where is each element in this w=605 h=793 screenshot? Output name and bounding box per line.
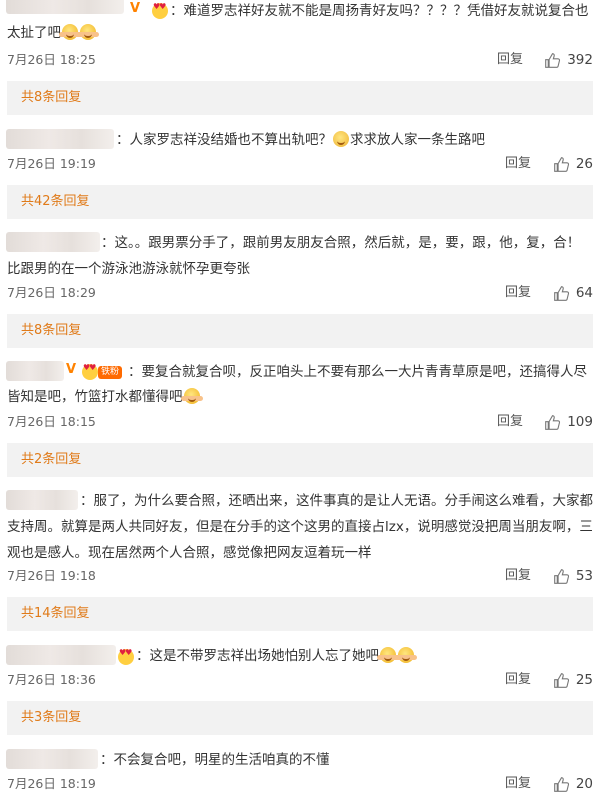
thumbs-up-icon <box>553 156 569 172</box>
more-replies[interactable]: 共8条回复 <box>7 314 593 348</box>
like-button[interactable]: 109 <box>544 413 593 431</box>
username-blurred[interactable] <box>6 0 124 14</box>
comment-text: ：难道罗志祥好友就不能是周扬青好友吗？？？？凭借好友就说复合也 <box>170 3 589 19</box>
more-replies-label: 共14条回复 <box>21 606 90 621</box>
comment-text: ：这是不带罗志祥出场她怕别人忘了她吧 <box>136 645 595 667</box>
thumbs-up-icon <box>553 672 569 688</box>
reply-button[interactable]: 回复 <box>505 671 531 689</box>
timestamp: 7月26日 19:18 <box>7 568 96 583</box>
comment-text-cont: 观也是感人。现在居然两个人合照，感觉像把网友逗着玩一样 <box>7 545 372 561</box>
timestamp: 7月26日 18:36 <box>7 672 96 687</box>
timestamp: 7月26日 18:29 <box>7 285 96 300</box>
like-button[interactable]: 64 <box>553 284 593 302</box>
thinking-emoji-icon <box>333 131 349 147</box>
reply-button[interactable]: 回复 <box>497 413 523 431</box>
comment-text: ：不会复合吧，明星的生活咱真的不懂 <box>100 752 330 768</box>
timestamp: 7月26日 18:25 <box>7 52 96 67</box>
reply-button[interactable]: 回复 <box>505 155 531 173</box>
like-button[interactable]: 25 <box>553 671 593 689</box>
username-blurred[interactable] <box>6 749 98 769</box>
more-replies[interactable]: 共8条回复 <box>7 81 593 115</box>
vip-icon: V <box>130 1 141 16</box>
like-count: 53 <box>575 568 593 584</box>
hug-emoji-icon <box>395 647 417 663</box>
more-replies[interactable]: 共3条回复 <box>7 701 593 735</box>
comment-text: ：人家罗志祥没结婚也不算出轨吧？ 求求放人家一条生路吧 <box>116 131 485 148</box>
fan-badge: 铁粉 <box>98 366 123 379</box>
like-button[interactable]: 392 <box>544 51 593 69</box>
like-count: 20 <box>575 776 593 792</box>
more-replies[interactable]: 共42条回复 <box>7 185 593 219</box>
username-blurred[interactable] <box>6 645 116 665</box>
timestamp: 7月26日 18:19 <box>7 776 96 791</box>
reply-button[interactable]: 回复 <box>497 51 523 69</box>
thumbs-up-icon <box>553 285 569 301</box>
like-button[interactable]: 26 <box>553 155 593 173</box>
comment-text-cont: 皆知是吧，竹篮打水都懂得吧 <box>7 386 595 408</box>
hug-emoji-icon <box>180 388 203 404</box>
comment-text-cont: 支持周。就算是两人共同好友，但是在分手的这个这男的直接占lzx，说明感觉没把周当… <box>7 519 593 535</box>
hug-emoji-icon <box>377 647 399 663</box>
username-blurred[interactable] <box>6 361 64 381</box>
reply-button[interactable]: 回复 <box>505 775 531 793</box>
thumbs-up-icon <box>545 414 561 430</box>
heart-eyes-emoji-icon <box>118 648 134 665</box>
more-replies[interactable]: 共2条回复 <box>7 443 593 477</box>
thumbs-up-icon <box>553 568 569 584</box>
username-blurred[interactable] <box>6 232 100 252</box>
heart-eyes-emoji-icon <box>82 363 98 380</box>
comment-text: ：这。。跟男票分手了，跟前男友朋友合照，然后就，是，要，跟，他，复，合！ <box>101 235 581 251</box>
like-count: 26 <box>575 156 593 172</box>
like-count: 25 <box>575 672 593 688</box>
comment-text-cont: 太扯了吧 <box>7 22 595 44</box>
like-button[interactable]: 20 <box>553 775 593 793</box>
reply-button[interactable]: 回复 <box>505 284 531 302</box>
more-replies[interactable]: 共14条回复 <box>7 597 593 631</box>
timestamp: 7月26日 19:19 <box>7 156 96 171</box>
comment-text: ：服了，为什么要合照，还晒出来，这件事真的是让人无语。分手闹这么难看，大家都 <box>80 493 593 509</box>
more-replies-label: 共2条回复 <box>21 452 82 467</box>
comment-text: ：要复合就复合呗，反正咱头上不要有那么一大片青青草原是吧，还搞得人尽 <box>128 364 587 380</box>
username-blurred[interactable] <box>6 129 114 149</box>
hug-emoji-icon <box>77 24 99 40</box>
heart-eyes-emoji-icon <box>152 2 168 19</box>
more-replies-label: 共8条回复 <box>21 323 82 338</box>
vip-icon: V <box>66 362 77 377</box>
comment-text-cont: 比跟男的在一个游泳池游泳就怀孕更夸张 <box>7 261 250 277</box>
thumbs-up-icon <box>545 52 561 68</box>
more-replies-label: 共42条回复 <box>21 194 90 209</box>
like-count: 64 <box>575 285 593 301</box>
like-count: 392 <box>567 52 593 68</box>
more-replies-label: 共8条回复 <box>21 90 82 105</box>
timestamp: 7月26日 18:15 <box>7 414 96 429</box>
like-count: 109 <box>567 414 593 430</box>
more-replies-label: 共3条回复 <box>21 710 82 725</box>
username-blurred[interactable] <box>6 490 78 510</box>
like-button[interactable]: 53 <box>553 567 593 585</box>
thumbs-up-icon <box>553 776 569 792</box>
hug-emoji-icon <box>59 24 81 40</box>
reply-button[interactable]: 回复 <box>505 567 531 585</box>
